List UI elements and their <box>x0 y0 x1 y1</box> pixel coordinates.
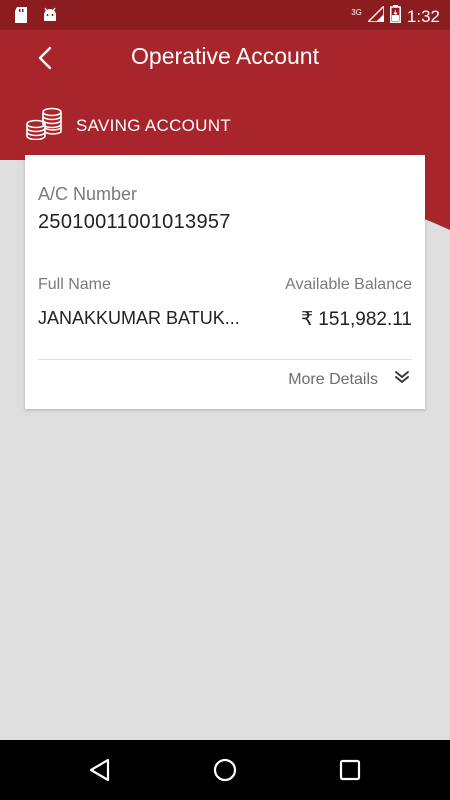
app-bar: Operative Account <box>0 30 450 86</box>
card-divider <box>38 359 412 360</box>
page-title: Operative Account <box>131 43 319 69</box>
available-balance-value: ₹ 151,982.11 <box>300 309 412 330</box>
battery-icon <box>389 5 401 28</box>
account-type-label: SAVING ACCOUNT <box>76 115 232 135</box>
signal-icon <box>366 4 385 27</box>
more-details-label: More Details <box>288 370 378 388</box>
available-balance-label: Available Balance <box>285 276 412 293</box>
account-type-header: SAVING ACCOUNT <box>24 106 231 145</box>
nav-home-button[interactable] <box>211 756 239 784</box>
sd-card-icon <box>14 7 28 28</box>
account-number-label: A/C Number <box>38 184 138 204</box>
full-name-value: JANAKKUMAR BATUK... <box>38 308 240 328</box>
coins-icon <box>24 106 64 145</box>
system-nav-bar <box>0 740 450 800</box>
nav-recents-button[interactable] <box>336 756 364 784</box>
nav-back-button[interactable] <box>86 756 114 784</box>
recents-square-icon <box>339 759 361 781</box>
android-icon <box>42 7 58 28</box>
status-bar: 3G 1:32 <box>0 0 450 30</box>
status-time: 1:32 <box>406 6 440 26</box>
back-triangle-icon <box>89 758 110 782</box>
full-name-label: Full Name <box>38 276 111 293</box>
screen: 3G 1:32 Operative Account SAVING ACCOUNT… <box>0 0 450 800</box>
more-details-button[interactable]: More Details <box>288 369 410 390</box>
account-number-value: 25010011001013957 <box>38 211 231 233</box>
network-type: 3G <box>351 8 362 17</box>
account-card[interactable]: A/C Number 25010011001013957 Full Name J… <box>25 155 425 409</box>
double-chevron-down-icon <box>394 369 410 390</box>
home-circle-icon <box>213 758 237 782</box>
